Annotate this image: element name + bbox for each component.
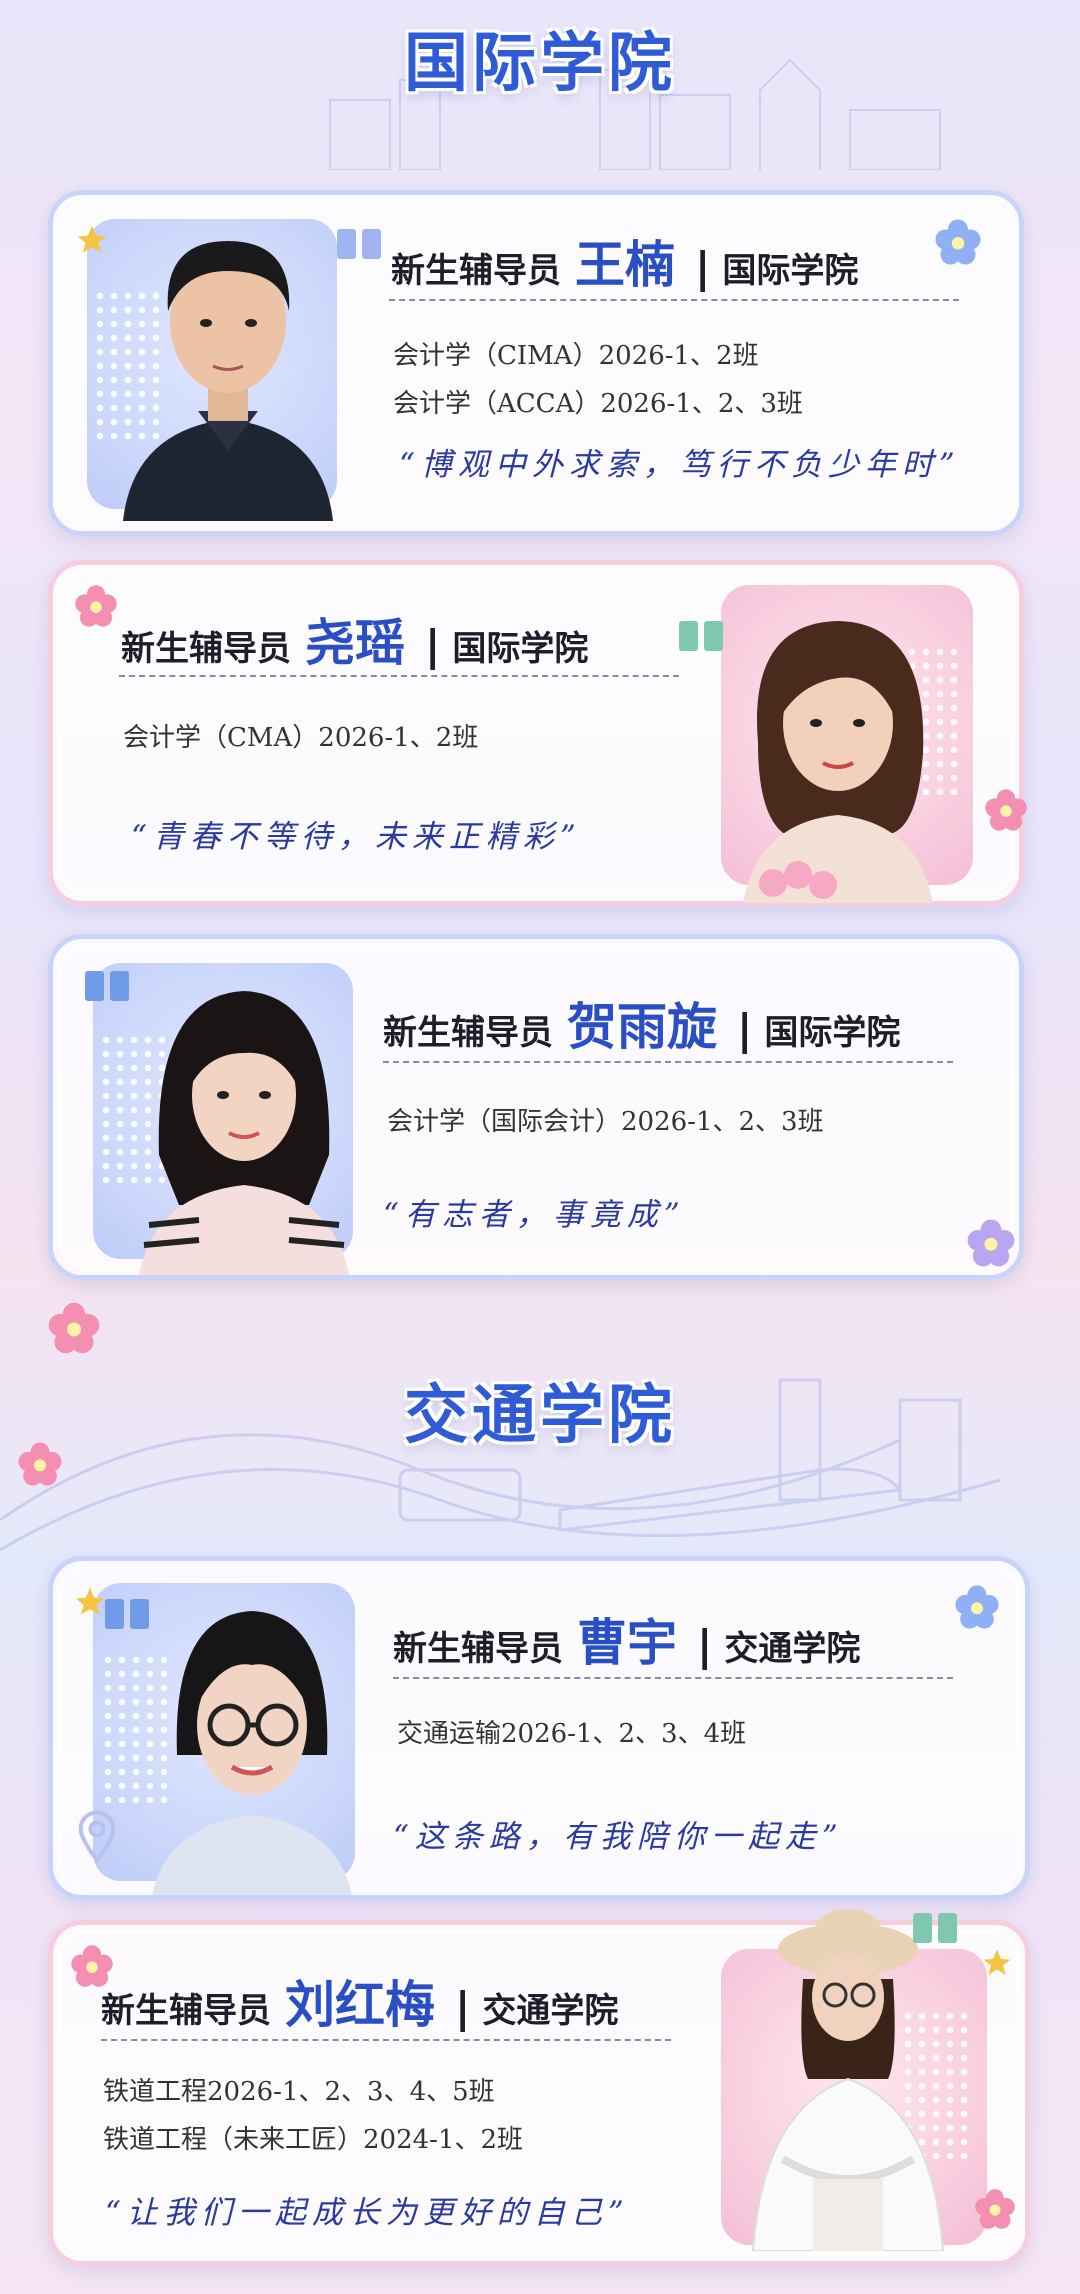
- section-title-transport: 交通学院: [404, 1379, 676, 1453]
- college-label: 交通学院: [724, 1629, 861, 1669]
- flower-icon: [71, 1945, 113, 1987]
- counselor-name: 曹宇: [577, 1613, 677, 1672]
- counselor-name: 刘红梅: [285, 1975, 435, 2034]
- counselor-card: 新生辅导员 尧瑶 | 国际学院 会计学（CMA）2026-1、2班 “青春不等待…: [48, 560, 1027, 906]
- portrait-photo: [152, 1611, 352, 1895]
- college-label: 国际学院: [722, 251, 859, 291]
- flower-icon: [48, 1302, 100, 1354]
- counselor-card: 新生辅导员 王楠 | 国际学院 会计学（CIMA）2026-1、2班 会计学（A…: [48, 190, 1024, 536]
- portrait-photo: [139, 991, 349, 1275]
- name-line: 新生辅导员 刘红梅 | 交通学院: [101, 1965, 618, 2037]
- counselor-card: 新生辅导员 贺雨旋 | 国际学院 会计学（国际会计）2026-1、2、3班 “有…: [48, 934, 1024, 1280]
- class-line: 铁道工程（未来工匠）2024-1、2班: [103, 2125, 524, 2155]
- flower-icon: [967, 1219, 1015, 1267]
- star-icon: [983, 1949, 1011, 1975]
- name-line: 新生辅导员 尧瑶 | 国际学院: [121, 603, 588, 675]
- flower-icon: [955, 1585, 999, 1629]
- role-label: 新生辅导员: [121, 629, 291, 669]
- college-label: 国际学院: [452, 629, 589, 669]
- role-label: 新生辅导员: [391, 251, 561, 291]
- quote-text: “这条路，有我陪你一起走”: [393, 1819, 844, 1855]
- role-label: 新生辅导员: [101, 1991, 271, 2031]
- quote-text: “博观中外求索，笃行不负少年时”: [399, 447, 961, 483]
- quote-text: “青春不等待，未来正精彩”: [131, 819, 582, 855]
- flower-icon: [975, 2189, 1015, 2229]
- quote-mark-icon: [85, 971, 129, 1001]
- class-line: 交通运输2026-1、2、3、4班: [397, 1719, 747, 1749]
- flower-icon: [18, 1442, 62, 1486]
- portrait-photo: [123, 241, 333, 521]
- quote-mark-icon: [337, 229, 381, 259]
- quote-text: “有志者，事竟成”: [383, 1197, 686, 1233]
- quote-mark-icon: [679, 621, 723, 651]
- counselor-card: 新生辅导员 刘红梅 | 交通学院 铁道工程2026-1、2、3、4、5班 铁道工…: [48, 1909, 1030, 2266]
- counselor-name: 王楠: [575, 235, 675, 294]
- name-line: 新生辅导员 王楠 | 国际学院: [391, 225, 858, 297]
- role-label: 新生辅导员: [393, 1629, 563, 1669]
- quote-text: “让我们一起成长为更好的自己”: [105, 2195, 630, 2231]
- counselor-name: 贺雨旋: [567, 997, 717, 1056]
- portrait-photo: [743, 621, 933, 903]
- counselor-card: 新生辅导员 曹宇 | 交通学院 交通运输2026-1、2、3、4班 “这条路，有…: [48, 1556, 1030, 1900]
- quote-mark-icon: [105, 1599, 149, 1629]
- flower-icon: [75, 585, 117, 627]
- college-label: 交通学院: [482, 1991, 619, 2031]
- flower-icon: [985, 789, 1027, 831]
- college-label: 国际学院: [764, 1013, 901, 1053]
- class-line: 铁道工程2026-1、2、3、4、5班: [103, 2077, 495, 2107]
- class-line: 会计学（ACCA）2026-1、2、3班: [393, 389, 803, 419]
- name-line: 新生辅导员 曹宇 | 交通学院: [393, 1603, 860, 1675]
- star-icon: [75, 1587, 105, 1615]
- quote-mark-icon: [913, 1913, 957, 1943]
- role-label: 新生辅导员: [383, 1013, 553, 1053]
- section-title-international: 国际学院: [404, 27, 676, 101]
- counselor-name: 尧瑶: [305, 613, 405, 672]
- location-pin-icon: [78, 1811, 116, 1863]
- star-icon: [77, 225, 107, 253]
- flower-icon: [935, 219, 981, 265]
- class-line: 会计学（CMA）2026-1、2班: [123, 723, 479, 753]
- class-line: 会计学（国际会计）2026-1、2、3班: [387, 1107, 824, 1137]
- class-line: 会计学（CIMA）2026-1、2班: [393, 341, 759, 371]
- name-line: 新生辅导员 贺雨旋 | 国际学院: [383, 987, 900, 1059]
